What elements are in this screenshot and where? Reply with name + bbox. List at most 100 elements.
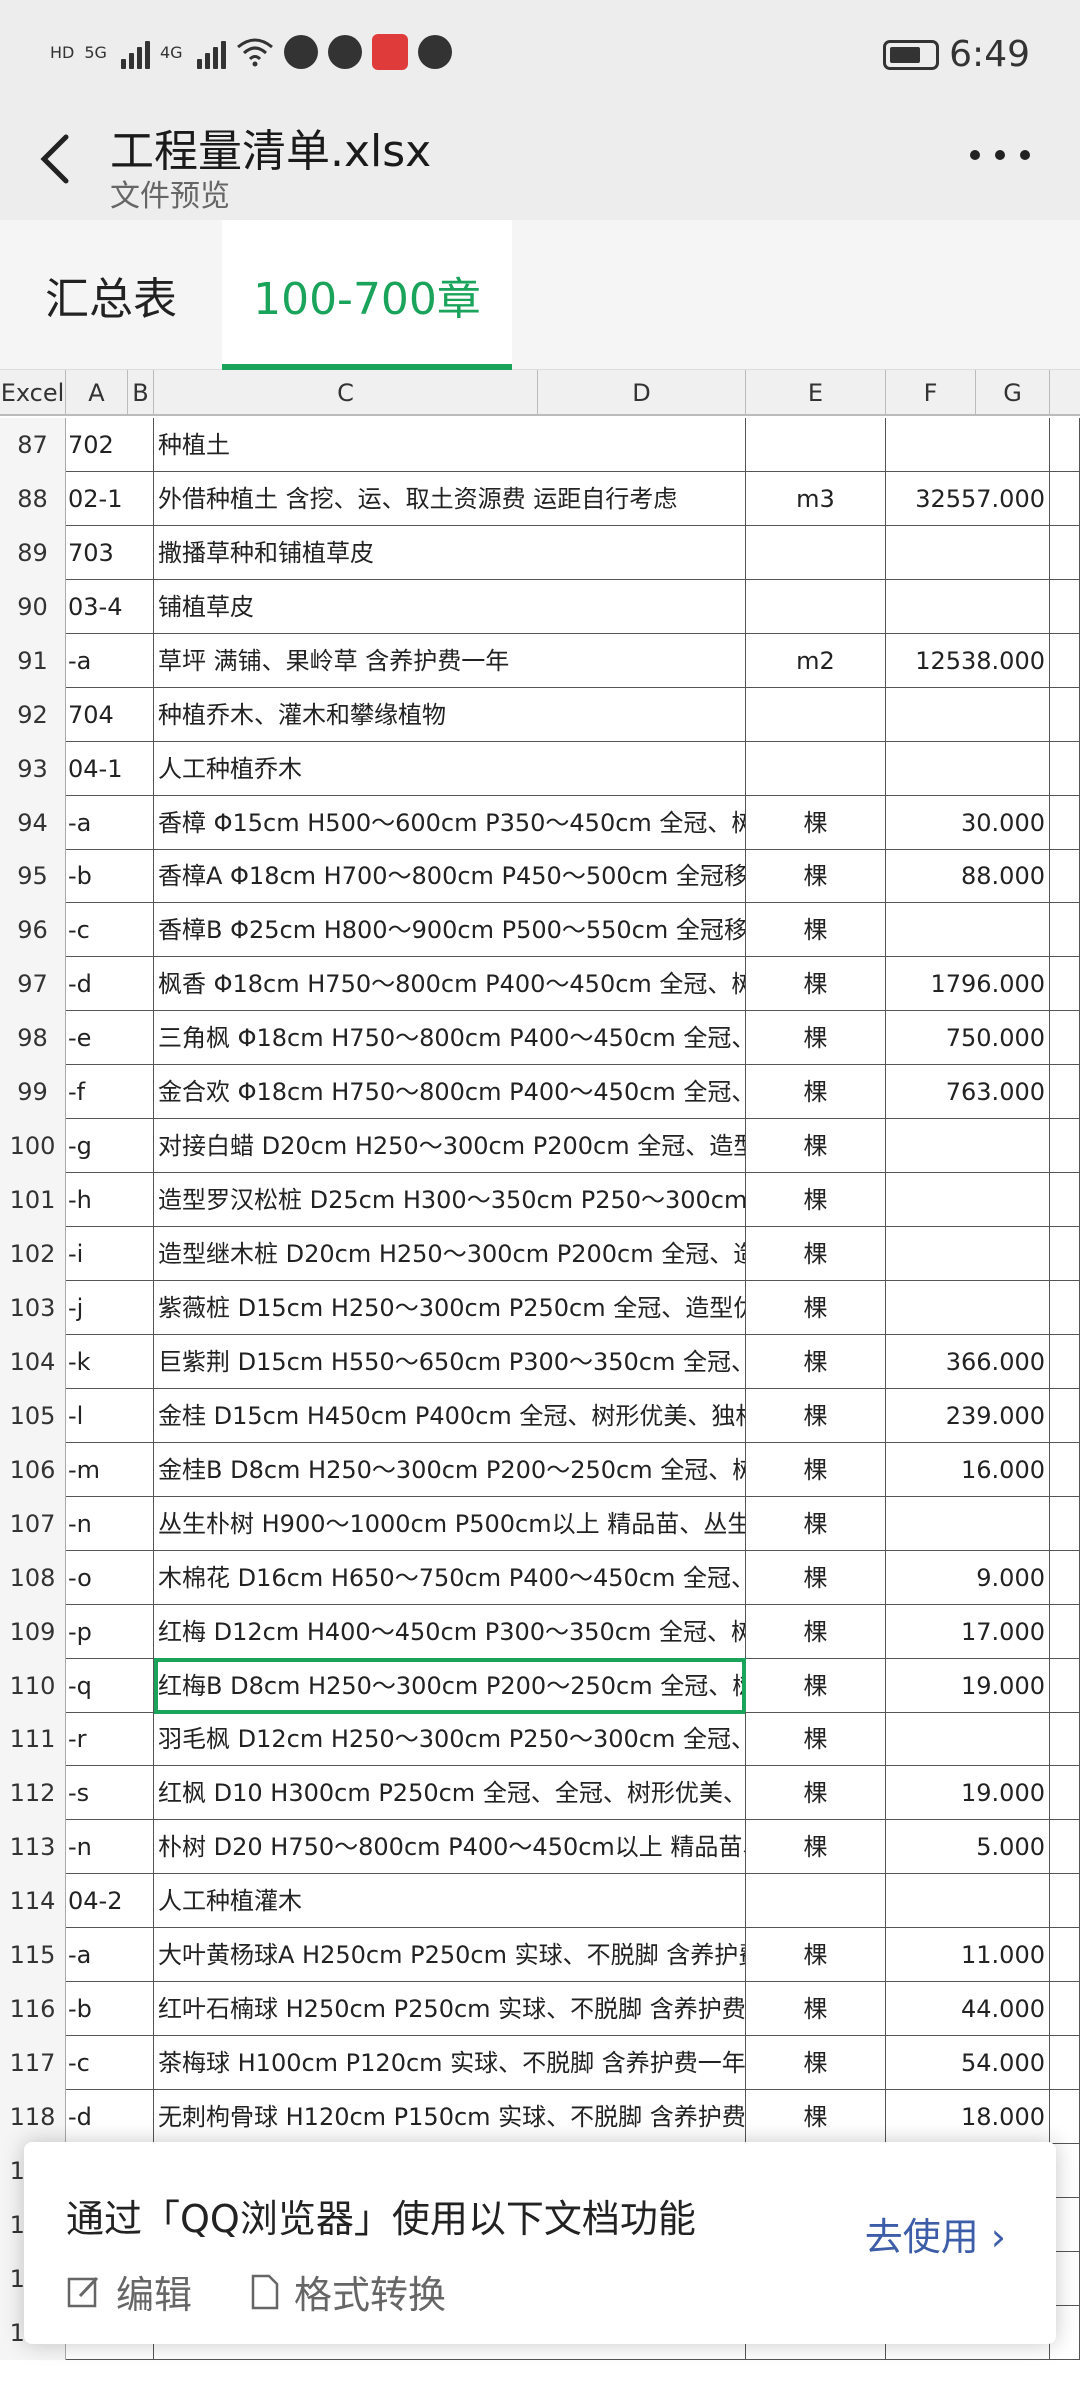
cell-a[interactable]: -c	[66, 903, 154, 958]
cell-a[interactable]: -d	[66, 2089, 154, 2144]
cell-g[interactable]	[1050, 1388, 1080, 1443]
cell-c[interactable]: 金桂B D8cm H250～300cm P200～250cm 全冠、树形优	[154, 1442, 746, 1497]
cell-a[interactable]: -i	[66, 1227, 154, 1282]
cell-c[interactable]: 人工种植乔木	[154, 741, 746, 796]
cell-g[interactable]	[1050, 1442, 1080, 1497]
cell-f[interactable]	[886, 525, 1050, 580]
cell-c[interactable]: 对接白蜡 D20cm H250～300cm P200cm 全冠、造型优美	[154, 1119, 746, 1174]
cell-c[interactable]: 无刺枸骨球 H120cm P150cm 实球、不脱脚 含养护费一年	[154, 2089, 746, 2144]
cell-c[interactable]: 木棉花 D16cm H650～750cm P400～450cm 全冠、树形	[154, 1550, 746, 1605]
cell-a[interactable]: -s	[66, 1766, 154, 1821]
cell-c[interactable]: 茶梅球 H100cm P120cm 实球、不脱脚 含养护费一年	[154, 2036, 746, 2091]
edit-button[interactable]: 编辑	[66, 2264, 192, 2319]
column-header-c[interactable]: C	[154, 370, 538, 416]
cell-a[interactable]: -b	[66, 849, 154, 904]
cell-f[interactable]	[886, 903, 1050, 958]
cell-e[interactable]: 棵	[746, 1550, 886, 1605]
cell-c[interactable]: 红梅 D12cm H400～450cm P300～350cm 全冠、树形优	[154, 1604, 746, 1659]
cell-f[interactable]: 5.000	[886, 1820, 1050, 1875]
cell-a[interactable]: -o	[66, 1550, 154, 1605]
cell-g[interactable]	[1050, 1496, 1080, 1551]
cell-c[interactable]: 种植土	[154, 418, 746, 472]
tab-chapters[interactable]: 100-700章	[222, 220, 512, 370]
cell-f[interactable]	[886, 687, 1050, 742]
cell-e[interactable]: 棵	[746, 1820, 886, 1875]
cell-f[interactable]: 18.000	[886, 2089, 1050, 2144]
cell-c[interactable]: 香樟 Φ15cm H500～600cm P350～450cm 全冠、树形优	[154, 795, 746, 850]
cell-c[interactable]: 造型罗汉松桩 D25cm H300～350cm P250～300cm 全冠	[154, 1173, 746, 1228]
cell-a[interactable]: -g	[66, 1119, 154, 1174]
cell-c[interactable]: 丛生朴树 H900～1000cm P500cm以上 精品苗、丛生、3	[154, 1496, 746, 1551]
cell-a[interactable]: -j	[66, 1280, 154, 1335]
cell-f[interactable]: 763.000	[886, 1065, 1050, 1120]
cell-e[interactable]: 棵	[746, 1388, 886, 1443]
cell-g[interactable]	[1050, 903, 1080, 958]
cell-g[interactable]	[1050, 633, 1080, 688]
cell-g[interactable]	[1050, 741, 1080, 796]
cell-c[interactable]: 红梅B D8cm H250～300cm P200～250cm 全冠、树形优	[154, 1658, 746, 1713]
cell-f[interactable]: 750.000	[886, 1011, 1050, 1066]
cell-f[interactable]: 239.000	[886, 1388, 1050, 1443]
cell-e[interactable]: 棵	[746, 1442, 886, 1497]
cell-a[interactable]: -m	[66, 1442, 154, 1497]
cell-e[interactable]: 棵	[746, 1227, 886, 1282]
go-use-button[interactable]: 去使用 ›	[865, 2206, 1006, 2261]
format-convert-button[interactable]: 格式转换	[250, 2264, 446, 2319]
cell-c[interactable]: 羽毛枫 D12cm H250～300cm P250～300cm 全冠、树形	[154, 1712, 746, 1767]
cell-a[interactable]: -l	[66, 1388, 154, 1443]
column-header-f[interactable]: F	[886, 370, 976, 416]
cell-g[interactable]	[1050, 1604, 1080, 1659]
cell-e[interactable]: 棵	[746, 795, 886, 850]
cell-f[interactable]: 19.000	[886, 1658, 1050, 1713]
cell-a[interactable]: -a	[66, 1928, 154, 1983]
cell-a[interactable]: -b	[66, 1982, 154, 2037]
cell-e[interactable]	[746, 741, 886, 796]
cell-c[interactable]: 巨紫荆 D15cm H550～650cm P300～350cm 全冠、树形	[154, 1334, 746, 1389]
cell-a[interactable]: -n	[66, 1496, 154, 1551]
cell-g[interactable]	[1050, 1820, 1080, 1875]
cell-f[interactable]	[886, 1712, 1050, 1767]
cell-f[interactable]: 1796.000	[886, 957, 1050, 1012]
cell-g[interactable]	[1050, 1334, 1080, 1389]
cell-a[interactable]: 03-4	[66, 579, 154, 634]
cell-e[interactable]	[746, 1874, 886, 1929]
cell-f[interactable]: 88.000	[886, 849, 1050, 904]
cell-a[interactable]: 702	[66, 418, 154, 472]
cell-c[interactable]: 种植乔木、灌木和攀缘植物	[154, 687, 746, 742]
cell-f[interactable]: 12538.000	[886, 633, 1050, 688]
cell-e[interactable]: 棵	[746, 957, 886, 1012]
cell-f[interactable]: 32557.000	[886, 471, 1050, 526]
cell-g[interactable]	[1050, 1982, 1080, 2037]
cell-e[interactable]: 棵	[746, 2089, 886, 2144]
cell-e[interactable]	[746, 687, 886, 742]
cell-c[interactable]: 撒播草种和铺植草皮	[154, 525, 746, 580]
cell-f[interactable]	[886, 1227, 1050, 1282]
column-header-e[interactable]: E	[746, 370, 886, 416]
cell-a[interactable]: -d	[66, 957, 154, 1012]
cell-g[interactable]	[1050, 1280, 1080, 1335]
cell-g[interactable]	[1050, 1011, 1080, 1066]
back-button[interactable]	[36, 129, 76, 189]
cell-g[interactable]	[1050, 1227, 1080, 1282]
cell-f[interactable]: 9.000	[886, 1550, 1050, 1605]
cell-g[interactable]	[1050, 2089, 1080, 2144]
cell-g[interactable]	[1050, 849, 1080, 904]
cell-e[interactable]	[746, 579, 886, 634]
cell-f[interactable]	[886, 1173, 1050, 1228]
cell-e[interactable]	[746, 525, 886, 580]
cell-g[interactable]	[1050, 525, 1080, 580]
cell-g[interactable]	[1050, 1712, 1080, 1767]
cell-e[interactable]: 棵	[746, 849, 886, 904]
cell-e[interactable]: 棵	[746, 903, 886, 958]
cell-f[interactable]	[886, 1874, 1050, 1929]
cell-c[interactable]: 铺植草皮	[154, 579, 746, 634]
cell-e[interactable]: 棵	[746, 1658, 886, 1713]
cell-g[interactable]	[1050, 1766, 1080, 1821]
cell-g[interactable]	[1050, 471, 1080, 526]
cell-g[interactable]	[1050, 687, 1080, 742]
cell-c[interactable]: 人工种植灌木	[154, 1874, 746, 1929]
column-header-b[interactable]: B	[128, 370, 154, 416]
cell-c[interactable]: 紫薇桩 D15cm H250～300cm P250cm 全冠、造型优美、	[154, 1280, 746, 1335]
cell-e[interactable]: m3	[746, 471, 886, 526]
more-options-button[interactable]	[970, 145, 1030, 165]
